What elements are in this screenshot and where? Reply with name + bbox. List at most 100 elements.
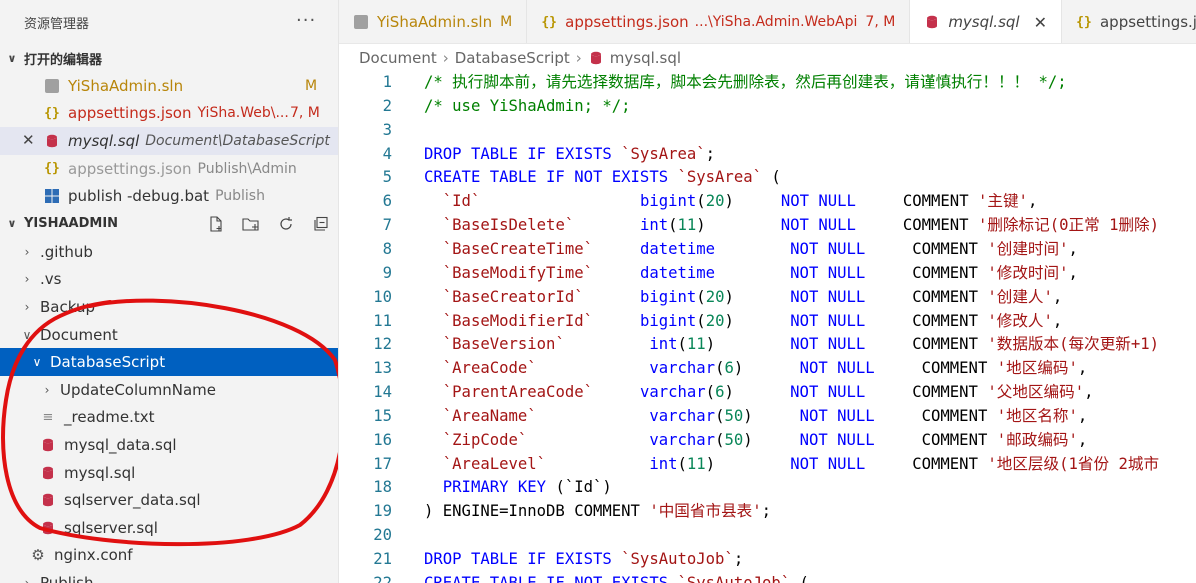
code-token: '创建人': [987, 287, 1053, 306]
line-number: 15: [373, 406, 392, 425]
breadcrumb-item-databasescript[interactable]: DatabaseScript: [455, 49, 570, 67]
code-text: `BaseCreateTime` datetime NOT NULL COMME…: [424, 237, 1078, 261]
code-line[interactable]: 15 `AreaName` varchar(50) NOT NULL COMME…: [339, 404, 1196, 428]
code-token: '中国省市县表': [649, 502, 762, 521]
tree-item-vs[interactable]: › .vs: [0, 266, 338, 294]
open-editor-name: mysql.sql: [68, 131, 140, 150]
code-line[interactable]: 1 /* 执行脚本前，请先选择数据库，脚本会先删除表，然后再创建表，请谨慎执行！！…: [339, 70, 1196, 94]
tree-item-mysql-sql[interactable]: mysql.sql: [0, 459, 338, 487]
tree-item-github[interactable]: › .github: [0, 238, 338, 266]
line-number: 14: [373, 383, 392, 402]
tree-item-updatecolumnname[interactable]: › UpdateColumnName: [0, 376, 338, 404]
tree-item-document[interactable]: ∨ Document: [0, 321, 338, 349]
code-line[interactable]: 4 DROP TABLE IF EXISTS `SysArea`;: [339, 142, 1196, 166]
workspace-header[interactable]: ∨ YISHAADMIN: [0, 210, 338, 238]
editor-tab[interactable]: {} appsettings.json: [1062, 0, 1196, 43]
editor-tab[interactable]: YiShaAdmin.sln M: [339, 0, 528, 43]
tree-item-publish[interactable]: › Publish: [0, 569, 338, 583]
code-line[interactable]: 7 `BaseIsDelete` int(11) NOT NULL COMMEN…: [339, 213, 1196, 237]
code-token: NOT NULL: [780, 192, 856, 211]
code-line[interactable]: 12 `BaseVersion` int(11) NOT NULL COMMEN…: [339, 332, 1196, 356]
code-line[interactable]: 11 `BaseModifierId` bigint(20) NOT NULL …: [339, 309, 1196, 333]
refresh-icon[interactable]: [276, 215, 296, 233]
close-icon[interactable]: ✕: [22, 131, 35, 149]
code-token: NOT NULL: [799, 430, 875, 449]
open-editor-item[interactable]: publish -debug.bat Publish: [0, 182, 338, 210]
code-token: 11: [686, 454, 706, 473]
code-token: varchar: [649, 430, 716, 449]
tree-item-databasescript[interactable]: ∨ DatabaseScript: [0, 348, 338, 376]
code-token: `SysAutoJob`: [677, 573, 791, 583]
code-token: int: [639, 216, 669, 235]
code-token: ): [733, 359, 800, 378]
code-line[interactable]: 19) ENGINE=InnoDB COMMENT '中国省市县表';: [339, 499, 1196, 523]
chevron-right-icon: ›: [24, 299, 30, 314]
code-token: NOT NULL: [790, 263, 866, 282]
tree-item-label: mysql.sql: [64, 463, 136, 482]
code-line[interactable]: 8 `BaseCreateTime` datetime NOT NULL COM…: [339, 237, 1196, 261]
json-icon: {}: [541, 14, 557, 30]
tree-item-readme-txt[interactable]: ≡ _readme.txt: [0, 404, 338, 432]
breadcrumb-item-document[interactable]: Document: [359, 49, 437, 67]
code-token: (: [696, 287, 706, 306]
open-editor-desc: Publish\Admin: [197, 160, 297, 177]
open-editor-item[interactable]: YiShaAdmin.sln M: [0, 72, 338, 100]
breadcrumb: Document › DatabaseScript › mysql.sql: [359, 46, 681, 70]
editor-tab[interactable]: mysql.sql ✕: [910, 0, 1062, 43]
code-token: NOT NULL: [790, 311, 866, 330]
database-icon: [44, 133, 60, 149]
open-editor-item[interactable]: ✕ mysql.sql Document\DatabaseScript: [0, 127, 338, 155]
close-icon[interactable]: ✕: [1034, 13, 1047, 32]
tree-item-sqlserver-sql[interactable]: sqlserver.sql: [0, 514, 338, 542]
code-line[interactable]: 18 PRIMARY KEY (`Id`): [339, 475, 1196, 499]
open-editor-item[interactable]: {} appsettings.json Publish\Admin: [0, 155, 338, 183]
tree-item-backup[interactable]: › Backup: [0, 293, 338, 321]
code-line[interactable]: 2 /* use YiShaAdmin; */;: [339, 94, 1196, 118]
code-token: int: [649, 335, 678, 354]
breadcrumb-item-file[interactable]: mysql.sql: [610, 49, 681, 67]
code-line[interactable]: 13 `AreaCode` varchar(6) NOT NULL COMMEN…: [339, 356, 1196, 380]
code-line[interactable]: 21 DROP TABLE IF EXISTS `SysAutoJob`;: [339, 547, 1196, 571]
code-line[interactable]: 3: [339, 118, 1196, 142]
code-token: `ParentAreaCode`: [442, 383, 593, 402]
code-line[interactable]: 14 `ParentAreaCode` varchar(6) NOT NULL …: [339, 380, 1196, 404]
line-number: 9: [382, 263, 392, 282]
line-number: 16: [373, 430, 392, 449]
code-token: datetime: [639, 263, 716, 282]
tree-item-label: .github: [40, 242, 93, 261]
tree-item-sqlserver-data-sql[interactable]: sqlserver_data.sql: [0, 486, 338, 514]
tree-item-mysql-data-sql[interactable]: mysql_data.sql: [0, 431, 338, 459]
editor-tab-bar: YiShaAdmin.sln M {} appsettings.json ...\YiS…: [339, 0, 1196, 44]
line-number: 8: [382, 239, 392, 258]
code-line[interactable]: 20: [339, 523, 1196, 547]
tree-item-nginx-conf[interactable]: ⚙ nginx.conf: [0, 542, 338, 570]
code-line[interactable]: 17 `AreaLevel` int(11) NOT NULL COMMENT …: [339, 452, 1196, 476]
new-folder-icon[interactable]: [241, 215, 261, 233]
open-editors-header[interactable]: ∨ 打开的编辑器: [0, 44, 338, 72]
code-line[interactable]: 9 `BaseModifyTime` datetime NOT NULL COM…: [339, 261, 1196, 285]
code-editor[interactable]: 1 /* 执行脚本前，请先选择数据库，脚本会先删除表，然后再创建表，请谨慎执行！！…: [339, 70, 1196, 583]
line-number: 5: [382, 168, 392, 187]
new-file-icon[interactable]: [206, 215, 226, 233]
code-token: bigint: [639, 311, 697, 330]
collapse-all-icon[interactable]: [311, 215, 331, 233]
code-token: NOT NULL: [790, 383, 866, 402]
open-editor-item[interactable]: {} appsettings.json YiSha.Web\... 7, M: [0, 100, 338, 128]
more-actions-icon[interactable]: ···: [296, 10, 316, 31]
chevron-right-icon: ›: [24, 244, 30, 259]
code-line[interactable]: 10 `BaseCreatorId` bigint(20) NOT NULL C…: [339, 285, 1196, 309]
code-token: CREATE TABLE IF NOT EXISTS: [424, 573, 678, 583]
editor-tab[interactable]: {} appsettings.json ...\YiSha.Admin.WebApi…: [527, 0, 911, 43]
code-line[interactable]: 5 CREATE TABLE IF NOT EXISTS `SysArea` (: [339, 165, 1196, 189]
code-line[interactable]: 22 CREATE TABLE IF NOT EXISTS `SysAutoJob…: [339, 571, 1196, 583]
code-token: ): [724, 383, 791, 402]
code-line[interactable]: 16 `ZipCode` varchar(50) NOT NULL COMMEN…: [339, 428, 1196, 452]
code-line[interactable]: 6 `Id` bigint(20) NOT NULL COMMENT '主键',: [339, 189, 1196, 213]
